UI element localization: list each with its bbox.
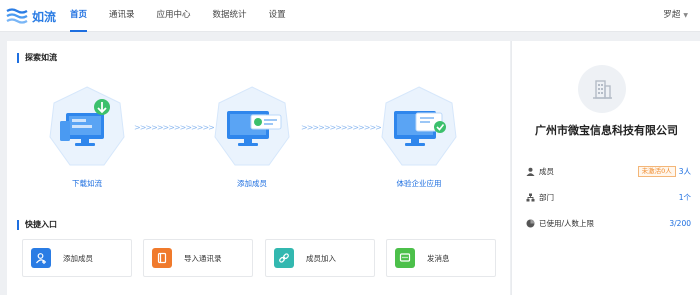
nav-tab-statistics[interactable]: 数据统计	[213, 0, 247, 32]
step-download-label: 下载如流	[72, 179, 102, 188]
add-user-icon	[31, 248, 51, 268]
members-row: 成员 未激活0人 3人	[525, 165, 691, 177]
quick-access-title: 快捷入口	[17, 220, 57, 230]
step-arrows-2: >>>>>>>>>>>>>>	[301, 123, 382, 132]
nav-tab-settings[interactable]: 设置	[269, 0, 286, 32]
inactive-members-badge[interactable]: 未激活0人	[637, 165, 676, 177]
quick-add-member-button[interactable]: 添加成员	[22, 239, 132, 277]
quick-member-join-label: 成员加入	[306, 253, 336, 263]
app-name: 如流	[32, 9, 57, 24]
quick-send-message-label: 发消息	[427, 253, 450, 263]
quick-add-member-label: 添加成员	[63, 253, 93, 263]
step-enterprise-apps[interactable]: 体验企业应用	[374, 85, 464, 189]
quick-member-join-button[interactable]: 成员加入	[265, 239, 375, 277]
link-icon	[274, 248, 294, 268]
app-logo[interactable]: 如流	[6, 6, 56, 26]
nav-tab-contacts[interactable]: 通讯录	[109, 0, 135, 32]
departments-row: 部门 1个	[525, 191, 691, 203]
user-name: 罗超	[663, 10, 681, 20]
explore-section-title: 探索如流	[17, 53, 57, 63]
import-contacts-icon	[152, 248, 172, 268]
message-icon	[395, 248, 415, 268]
step-add-member[interactable]: 添加成员	[207, 85, 297, 189]
step-enterprise-apps-label: 体验企业应用	[396, 179, 442, 188]
person-icon	[525, 166, 535, 176]
members-label: 成员	[539, 166, 554, 176]
quick-send-message-button[interactable]: 发消息	[386, 239, 496, 277]
ruliu-logo-icon	[6, 8, 28, 24]
quick-import-contacts-button[interactable]: 导入通讯录	[143, 239, 253, 277]
enterprise-app-computer-icon	[380, 85, 458, 169]
departments-count[interactable]: 1个	[679, 192, 691, 203]
departments-label: 部门	[539, 192, 554, 202]
step-add-member-label: 添加成员	[237, 179, 267, 188]
company-name: 广州市微宝信息科技有限公司	[535, 124, 678, 137]
pie-chart-icon	[525, 218, 535, 228]
user-menu[interactable]: 罗超 ▼	[663, 0, 688, 32]
company-info-panel: 广州市微宝信息科技有限公司 成员 未激活0人 3人 部门 1个 已使用/人数上限…	[511, 41, 700, 295]
usage-row: 已使用/人数上限 3/200	[525, 217, 691, 229]
chevron-down-icon: ▼	[683, 12, 688, 19]
nav-tab-app-center[interactable]: 应用中心	[157, 0, 191, 32]
members-count[interactable]: 3人	[679, 166, 691, 177]
download-computer-icon	[48, 85, 126, 169]
department-icon	[525, 192, 535, 202]
usage-label: 已使用/人数上限	[539, 218, 595, 228]
top-navigation-bar: 如流 首页 通讯录 应用中心 数据统计 设置 罗超 ▼	[0, 0, 700, 32]
quick-import-contacts-label: 导入通讯录	[184, 253, 222, 263]
step-arrows-1: >>>>>>>>>>>>>>	[134, 123, 215, 132]
step-download[interactable]: 下载如流	[42, 85, 132, 189]
building-icon	[578, 65, 626, 113]
usage-value: 3/200	[669, 218, 691, 228]
nav-tab-home[interactable]: 首页	[70, 0, 88, 32]
add-member-computer-icon	[213, 85, 291, 169]
main-panel: 探索如流 下载如流 >>>>>>>>>>>>>> 添加成员 >>>>>>>>>>…	[7, 41, 510, 295]
main-nav: 首页 通讯录 应用中心 数据统计 设置	[70, 0, 308, 32]
